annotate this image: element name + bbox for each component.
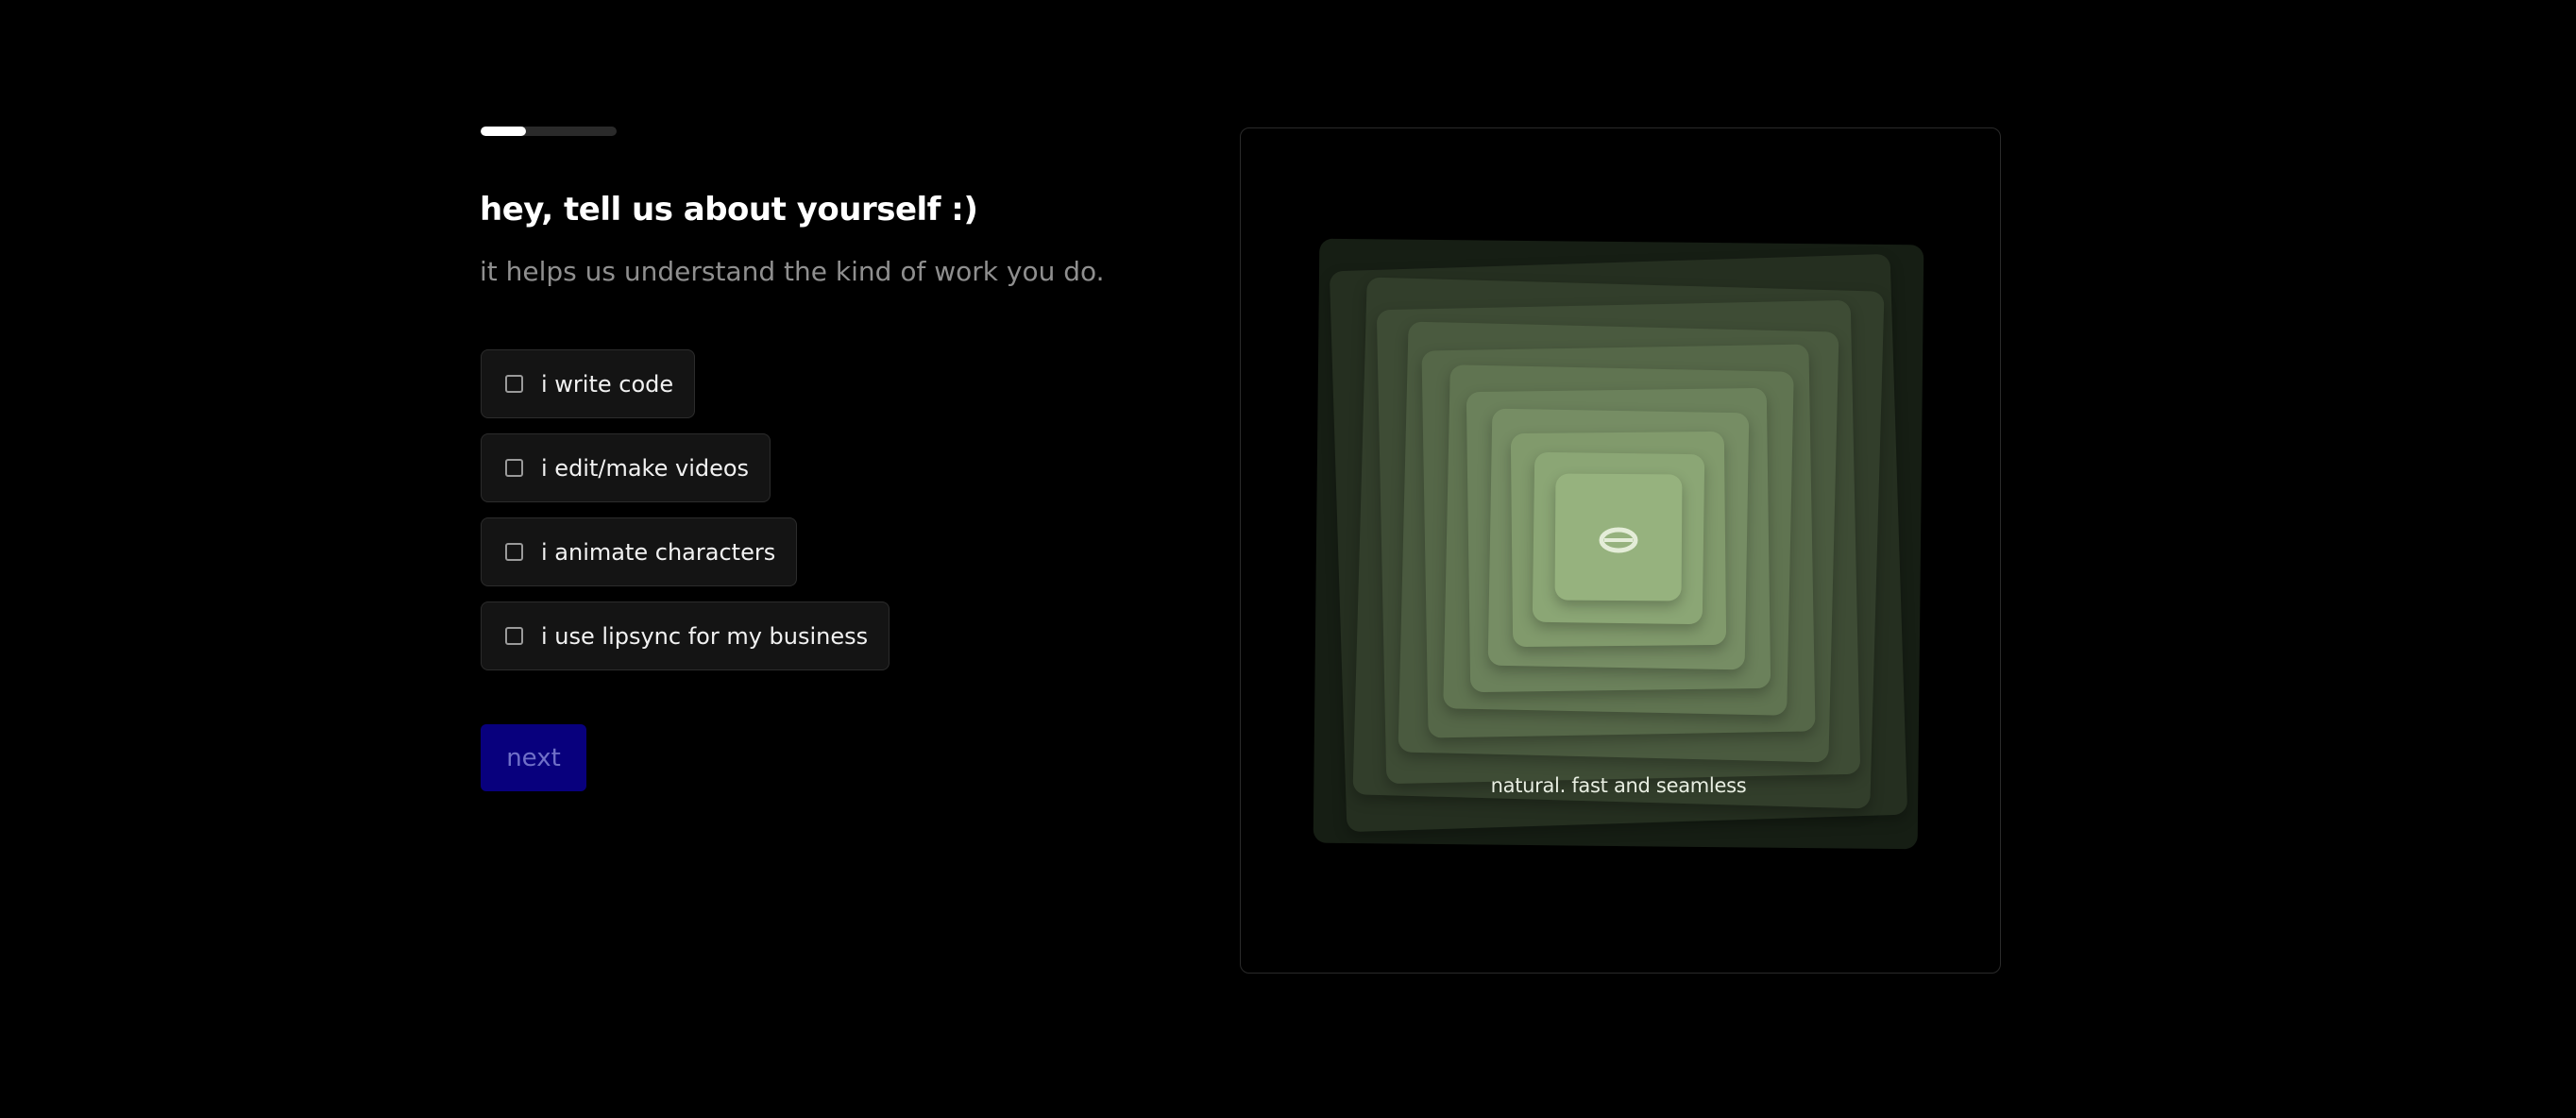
next-button[interactable]: next xyxy=(481,724,586,791)
preview-panel: natural. fast and seamless xyxy=(1240,127,2001,974)
preview-tagline: natural. fast and seamless xyxy=(1490,774,1747,797)
option-lipsync-business[interactable]: i use lipsync for my business xyxy=(481,601,890,670)
option-label: i write code xyxy=(541,370,674,398)
checkbox[interactable] xyxy=(505,627,523,645)
work-type-options: i write code i edit/make videos i animat… xyxy=(481,349,890,670)
ring-icon xyxy=(1598,526,1639,558)
checkbox[interactable] xyxy=(505,459,523,477)
option-label: i animate characters xyxy=(541,538,776,566)
checkbox[interactable] xyxy=(505,543,523,561)
progress-bar xyxy=(481,127,617,136)
option-label: i use lipsync for my business xyxy=(541,622,869,650)
option-edit-videos[interactable]: i edit/make videos xyxy=(481,433,771,502)
progress-fill xyxy=(481,127,526,136)
option-animate-characters[interactable]: i animate characters xyxy=(481,517,798,586)
checkbox[interactable] xyxy=(505,375,523,393)
onboarding-page: hey, tell us about yourself :) it helps … xyxy=(0,0,2576,1118)
page-subtitle: it helps us understand the kind of work … xyxy=(480,256,1105,287)
page-title: hey, tell us about yourself :) xyxy=(480,191,978,229)
option-write-code[interactable]: i write code xyxy=(481,349,696,418)
preview-artwork: natural. fast and seamless xyxy=(1313,238,1924,850)
option-label: i edit/make videos xyxy=(541,454,750,482)
